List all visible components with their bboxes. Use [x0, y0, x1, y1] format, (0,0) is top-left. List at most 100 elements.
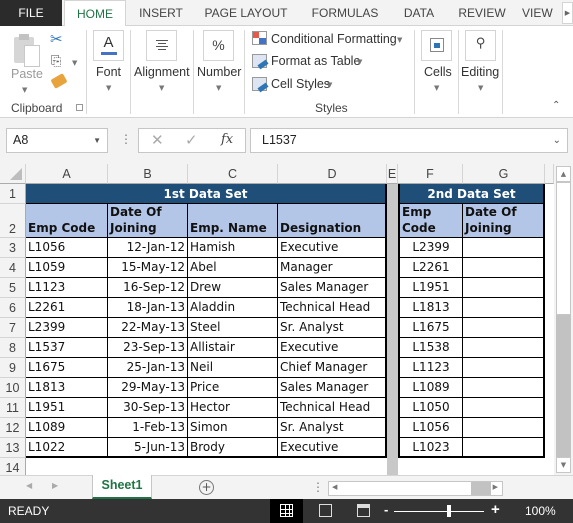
- table1-cell[interactable]: Sales Manager: [278, 378, 387, 398]
- table1-header-cell[interactable]: Emp. Name: [188, 204, 278, 238]
- scroll-down-icon[interactable]: ▼: [556, 457, 571, 473]
- row-header-5[interactable]: 5: [0, 278, 26, 298]
- copy-icon[interactable]: ⎘: [51, 54, 61, 69]
- table1-cell[interactable]: Steel: [188, 318, 278, 338]
- table1-cell[interactable]: L1951: [26, 398, 108, 418]
- table1-cell[interactable]: 15-May-12: [108, 258, 188, 278]
- table1-cell[interactable]: L1059: [26, 258, 108, 278]
- row-header-8[interactable]: 8: [0, 338, 26, 358]
- formula-bar-handle-icon[interactable]: ⋮: [120, 131, 132, 147]
- cells-group-button[interactable]: Cells: [424, 65, 452, 79]
- table2-header-cell[interactable]: Date Of Joining: [463, 204, 545, 238]
- table2-cell[interactable]: L1023: [398, 438, 463, 458]
- insert-function-icon[interactable]: fx: [221, 132, 233, 147]
- worksheet-grid[interactable]: ABCDEFG 1 2 3 4 5 6 7 8 9 10 11 12 13 14 1st Data Set…: [0, 164, 554, 475]
- table2-cell[interactable]: [463, 258, 545, 278]
- name-box-dropdown-icon[interactable]: ▼: [93, 129, 101, 152]
- alignment-icon[interactable]: [146, 30, 177, 61]
- table2-cell[interactable]: [463, 298, 545, 318]
- table1-cell[interactable]: Technical Head: [278, 298, 387, 318]
- column-header-b[interactable]: B: [108, 164, 188, 184]
- table1-cell[interactable]: Manager: [278, 258, 387, 278]
- font-group-button[interactable]: Font: [96, 65, 121, 79]
- table1-cell[interactable]: 30-Sep-13: [108, 398, 188, 418]
- table2-cell[interactable]: L1538: [398, 338, 463, 358]
- table1-title[interactable]: 1st Data Set: [26, 184, 387, 204]
- table2-cell[interactable]: L2261: [398, 258, 463, 278]
- table2-title[interactable]: 2nd Data Set: [398, 184, 545, 204]
- enter-check-icon[interactable]: ✓: [185, 131, 198, 149]
- table1-cell[interactable]: 16-Sep-12: [108, 278, 188, 298]
- table2-cell[interactable]: [463, 378, 545, 398]
- table1-cell[interactable]: Price: [188, 378, 278, 398]
- table1-cell[interactable]: L1022: [26, 438, 108, 458]
- table1-cell[interactable]: Technical Head: [278, 398, 387, 418]
- table1-cell[interactable]: L1056: [26, 238, 108, 258]
- format-painter-icon[interactable]: [50, 73, 68, 89]
- zoom-out-icon[interactable]: -: [384, 502, 388, 517]
- editing-group-button[interactable]: Editing: [461, 65, 499, 79]
- alignment-group-button[interactable]: Alignment: [134, 65, 190, 79]
- row-header-1[interactable]: 1: [0, 184, 26, 204]
- binoculars-icon[interactable]: ⚲: [465, 30, 496, 61]
- zoom-slider-track[interactable]: [394, 511, 484, 512]
- page-layout-view-icon[interactable]: [319, 504, 332, 517]
- row-header-11[interactable]: 11: [0, 398, 26, 418]
- tab-review[interactable]: REVIEW: [452, 0, 512, 26]
- column-header-f[interactable]: F: [398, 164, 463, 184]
- table1-cell[interactable]: Neil: [188, 358, 278, 378]
- row-header-4[interactable]: 4: [0, 258, 26, 278]
- row-header-10[interactable]: 10: [0, 378, 26, 398]
- font-icon[interactable]: A: [93, 30, 124, 61]
- row-header-2[interactable]: 2: [0, 204, 26, 238]
- table1-cell[interactable]: 29-May-13: [108, 378, 188, 398]
- row-header-14[interactable]: 14: [0, 458, 26, 475]
- copy-dropdown-icon[interactable]: ▼: [72, 59, 77, 67]
- zoom-in-icon[interactable]: +: [491, 501, 500, 518]
- table1-cell[interactable]: L1675: [26, 358, 108, 378]
- table1-cell[interactable]: Brody: [188, 438, 278, 458]
- sheet-tab-sheet1[interactable]: Sheet1: [92, 475, 152, 499]
- clipboard-launcher-icon[interactable]: [76, 104, 83, 111]
- table1-cell[interactable]: 23-Sep-13: [108, 338, 188, 358]
- table1-cell[interactable]: 12-Jan-12: [108, 238, 188, 258]
- tab-file[interactable]: FILE: [0, 0, 62, 26]
- table1-cell[interactable]: Executive: [278, 238, 387, 258]
- table1-cell[interactable]: Hamish: [188, 238, 278, 258]
- paste-button[interactable]: Paste: [11, 67, 43, 81]
- table2-cell[interactable]: [463, 398, 545, 418]
- page-break-view-icon[interactable]: [357, 504, 370, 517]
- table1-cell[interactable]: Executive: [278, 438, 387, 458]
- prev-sheet-icon[interactable]: ◀: [26, 481, 32, 490]
- format-as-table-dropdown-icon[interactable]: ▼: [357, 58, 362, 66]
- table1-cell[interactable]: Chief Manager: [278, 358, 387, 378]
- new-sheet-icon[interactable]: +: [199, 480, 214, 495]
- table1-cell[interactable]: Sr. Analyst: [278, 418, 387, 438]
- table1-cell[interactable]: 18-Jan-13: [108, 298, 188, 318]
- horizontal-scrollbar[interactable]: ◀ ▶: [328, 481, 503, 496]
- tab-insert[interactable]: INSERT: [130, 0, 192, 26]
- table2-cell[interactable]: L1123: [398, 358, 463, 378]
- hscroll-track-right[interactable]: [471, 482, 491, 495]
- table2-header-cell[interactable]: Emp Code: [398, 204, 463, 238]
- vertical-scrollbar[interactable]: ▲ ▼: [554, 164, 573, 475]
- row-header-12[interactable]: 12: [0, 418, 26, 438]
- format-as-table-button[interactable]: Format as Table: [271, 54, 360, 68]
- table2-cell[interactable]: [463, 358, 545, 378]
- next-sheet-icon[interactable]: ▶: [52, 481, 58, 490]
- name-box[interactable]: A8 ▼: [6, 128, 108, 153]
- table2-cell[interactable]: L1951: [398, 278, 463, 298]
- table1-cell[interactable]: 1-Feb-13: [108, 418, 188, 438]
- tab-split-handle-icon[interactable]: ⋮: [312, 480, 324, 494]
- scroll-up-icon[interactable]: ▲: [556, 166, 571, 182]
- table2-cell[interactable]: L1056: [398, 418, 463, 438]
- zoom-level[interactable]: 100%: [525, 504, 556, 518]
- table2-cell[interactable]: L1675: [398, 318, 463, 338]
- expand-formula-icon[interactable]: ⌄: [553, 129, 561, 152]
- cells-icon[interactable]: [421, 30, 452, 61]
- table1-cell[interactable]: 22-May-13: [108, 318, 188, 338]
- column-header-a[interactable]: A: [26, 164, 108, 184]
- table2-cell[interactable]: [463, 438, 545, 458]
- collapse-ribbon-icon[interactable]: ⌃: [552, 100, 560, 111]
- table1-cell[interactable]: L2399: [26, 318, 108, 338]
